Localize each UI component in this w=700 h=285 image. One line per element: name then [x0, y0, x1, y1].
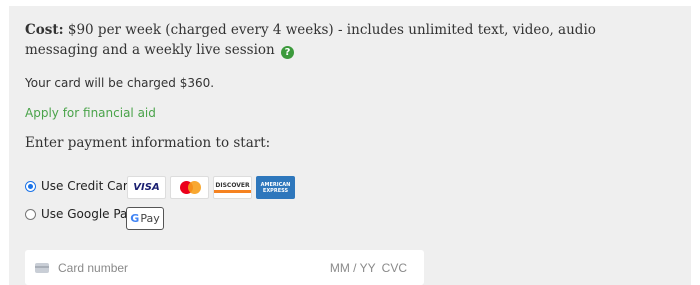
discover-logo-icon: DISCOVER — [213, 176, 252, 199]
expiry-input[interactable]: MM / YY — [330, 261, 376, 275]
amex-logo-icon: AMERICAN EXPRESS — [256, 176, 295, 199]
credit-card-radio[interactable] — [25, 180, 36, 192]
credit-card-option[interactable]: Use Credit Card — [25, 179, 135, 193]
payment-heading: Enter payment information to start: — [25, 135, 271, 151]
google-pay-label[interactable]: Use Google Pay — [41, 207, 135, 221]
cost-description: Cost: $90 per week (charged every 4 week… — [25, 20, 665, 60]
credit-card-icon — [35, 262, 49, 273]
charge-notice: Your card will be charged $360. — [25, 76, 215, 90]
card-input-field[interactable]: Card number MM / YY CVC — [25, 250, 424, 285]
payment-panel: Cost: $90 per week (charged every 4 week… — [9, 6, 691, 285]
google-pay-button-text: Pay — [140, 212, 160, 225]
google-pay-option[interactable]: Use Google Pay — [25, 207, 135, 221]
financial-aid-link[interactable]: Apply for financial aid — [25, 106, 156, 120]
cost-label: Cost: — [25, 22, 64, 38]
cvc-input[interactable]: CVC — [382, 261, 407, 275]
credit-card-label[interactable]: Use Credit Card — [41, 179, 135, 193]
card-number-input[interactable]: Card number — [58, 261, 330, 275]
help-icon[interactable]: ? — [281, 46, 295, 59]
google-g-icon: G — [130, 212, 140, 225]
mastercard-logo-icon — [170, 176, 209, 199]
card-brand-logos: VISA DISCOVER AMERICAN EXPRESS — [127, 176, 295, 199]
google-pay-radio[interactable] — [25, 208, 36, 220]
visa-logo-icon: VISA — [127, 176, 166, 199]
google-pay-button[interactable]: G Pay — [126, 207, 164, 230]
cost-text: $90 per week (charged every 4 weeks) - i… — [25, 22, 596, 58]
